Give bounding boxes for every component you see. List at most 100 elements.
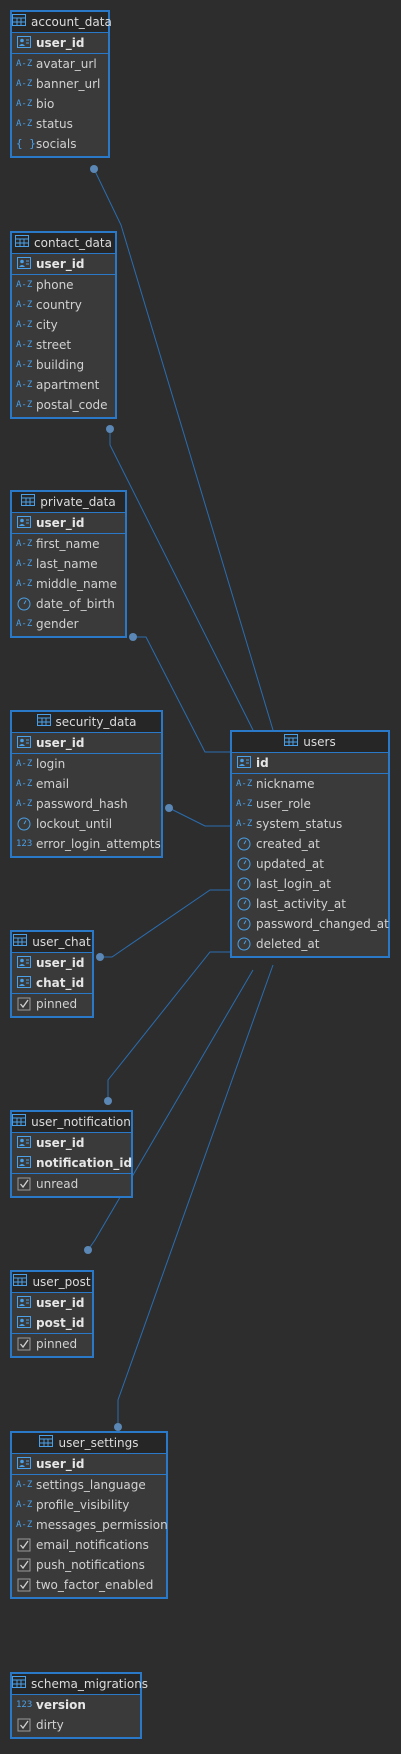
column-row[interactable]: last_login_at <box>232 874 388 894</box>
key-column-row[interactable]: notification_id <box>12 1153 132 1173</box>
column-row[interactable]: A-Z apartment <box>12 375 115 395</box>
column-row[interactable]: A-Z settings_language <box>12 1475 166 1495</box>
column-name: password_changed_at <box>256 917 389 931</box>
table-icon <box>21 492 36 512</box>
table-header[interactable]: users <box>232 732 388 753</box>
table-users[interactable]: users id A-Z nickname A-Z user_role A-Z system_… <box>230 730 390 958</box>
relation-endpoint <box>96 953 104 961</box>
column-row[interactable]: A-Z city <box>12 315 115 335</box>
text-type-icon: A-Z <box>16 360 33 370</box>
table-title: users <box>303 735 336 749</box>
column-row[interactable]: created_at <box>232 834 388 854</box>
column-name: nickname <box>256 777 315 791</box>
column-name: bio <box>36 97 55 111</box>
key-column-row[interactable]: user_id <box>12 1454 166 1474</box>
column-row[interactable]: deleted_at <box>232 934 388 954</box>
column-row[interactable]: A-Z status <box>12 114 108 134</box>
text-type-icon: A-Z <box>16 320 33 330</box>
column-row[interactable]: A-Z phone <box>12 275 115 295</box>
column-row[interactable]: A-Z login <box>12 754 161 774</box>
table-header[interactable]: contact_data <box>12 233 115 254</box>
column-row[interactable]: A-Z postal_code <box>12 395 115 415</box>
table-header[interactable]: user_chat <box>12 932 92 953</box>
column-row[interactable]: A-Z email <box>12 774 161 794</box>
boolean-type-icon <box>16 1718 32 1732</box>
table-header[interactable]: private_data <box>12 492 125 513</box>
column-row[interactable]: A-Z first_name <box>12 534 125 554</box>
column-row[interactable]: updated_at <box>232 854 388 874</box>
column-row[interactable]: A-Z password_hash <box>12 794 161 814</box>
column-row[interactable]: 123 error_login_attempts <box>12 834 161 854</box>
key-column-row[interactable]: chat_id <box>12 973 92 993</box>
table-schema-migrations[interactable]: schema_migrations 123 version dirty <box>10 1672 148 1739</box>
column-row[interactable]: A-Z gender <box>12 614 125 634</box>
table-header[interactable]: schema_migrations <box>12 1674 148 1695</box>
key-column-row[interactable]: user_id <box>12 513 125 533</box>
column-name: post_id <box>36 1316 85 1330</box>
key-column-row[interactable]: user_id <box>12 254 115 274</box>
text-type-icon: A-Z <box>16 579 33 589</box>
table-user-notification[interactable]: user_notification user_id notification_id u… <box>10 1110 133 1198</box>
key-column-row[interactable]: user_id <box>12 33 108 53</box>
timestamp-type-icon <box>236 937 252 951</box>
column-list: A-Z avatar_url A-Z banner_url A-Z bio A-Z statu… <box>12 54 108 156</box>
primary-key-section: user_id post_id <box>12 1293 92 1334</box>
column-row[interactable]: unread <box>12 1174 131 1194</box>
column-row[interactable]: A-Z banner_url <box>12 74 108 94</box>
column-row[interactable]: last_activity_at <box>232 894 388 914</box>
column-row[interactable]: A-Z user_role <box>232 794 388 814</box>
column-row[interactable]: two_factor_enabled <box>12 1575 166 1595</box>
table-header[interactable]: user_post <box>12 1272 92 1293</box>
column-row[interactable]: A-Z system_status <box>232 814 388 834</box>
column-name: city <box>36 318 58 332</box>
key-column-row[interactable]: user_id <box>12 1293 92 1313</box>
table-header[interactable]: user_settings <box>12 1433 166 1454</box>
column-row[interactable]: A-Z messages_permission <box>12 1515 168 1535</box>
table-user-post[interactable]: user_post user_id post_idpinned <box>10 1270 94 1358</box>
column-row[interactable]: password_changed_at <box>232 914 389 934</box>
column-row[interactable]: dirty <box>12 1715 140 1735</box>
column-list: A-Z phone A-Z country A-Z city A-Z street A-Z bui… <box>12 275 115 417</box>
column-row[interactable]: lockout_until <box>12 814 161 834</box>
er-diagram-canvas[interactable]: account_data user_id A-Z avatar_url A-Z banne… <box>0 0 401 1754</box>
table-user-settings[interactable]: user_settings user_id A-Z settings_language… <box>10 1431 168 1599</box>
column-name: user_id <box>36 956 85 970</box>
column-row[interactable]: A-Z nickname <box>232 774 388 794</box>
column-row[interactable]: pinned <box>12 994 92 1014</box>
column-name: messages_permission <box>36 1518 168 1532</box>
key-column-icon <box>16 257 32 271</box>
table-header[interactable]: account_data <box>12 12 112 33</box>
text-type-icon: A-Z <box>16 380 33 390</box>
column-row[interactable]: A-Z country <box>12 295 115 315</box>
column-row[interactable]: A-Z building <box>12 355 115 375</box>
column-row[interactable]: A-Z avatar_url <box>12 54 108 74</box>
table-private-data[interactable]: private_data user_id A-Z first_name A-Z last_… <box>10 490 127 638</box>
column-row[interactable]: push_notifications <box>12 1555 166 1575</box>
column-row[interactable]: date_of_birth <box>12 594 125 614</box>
column-row[interactable]: A-Z street <box>12 335 115 355</box>
column-row[interactable]: { } socials <box>12 134 108 154</box>
table-user-chat[interactable]: user_chat user_id chat_id pinned <box>10 930 94 1018</box>
column-row[interactable]: email_notifications <box>12 1535 166 1555</box>
table-header[interactable]: security_data <box>12 712 161 733</box>
table-title: schema_migrations <box>31 1677 149 1691</box>
column-row[interactable]: A-Z middle_name <box>12 574 125 594</box>
table-account-data[interactable]: account_data user_id A-Z avatar_url A-Z banne… <box>10 10 112 158</box>
key-column-row[interactable]: user_id <box>12 733 161 753</box>
column-row[interactable]: A-Z bio <box>12 94 108 114</box>
key-column-row[interactable]: post_id <box>12 1313 92 1333</box>
column-row[interactable]: A-Z last_name <box>12 554 125 574</box>
text-type-icon: A-Z <box>16 799 33 809</box>
json-type-icon: { } <box>16 137 36 150</box>
key-column-row[interactable]: user_id <box>12 953 92 973</box>
table-header[interactable]: user_notification <box>12 1112 131 1133</box>
table-security-data[interactable]: security_data user_id A-Z login A-Z email A-Z p… <box>10 710 163 858</box>
column-row[interactable]: A-Z profile_visibility <box>12 1495 166 1515</box>
key-column-row[interactable]: user_id <box>12 1133 131 1153</box>
text-type-icon: A-Z <box>16 340 33 350</box>
column-row[interactable]: pinned <box>12 1334 92 1354</box>
column-name: user_id <box>36 1136 85 1150</box>
table-contact-data[interactable]: contact_data user_id A-Z phone A-Z country A-Z… <box>10 231 117 419</box>
key-column-row[interactable]: 123 version <box>12 1695 140 1715</box>
key-column-row[interactable]: id <box>232 753 388 773</box>
